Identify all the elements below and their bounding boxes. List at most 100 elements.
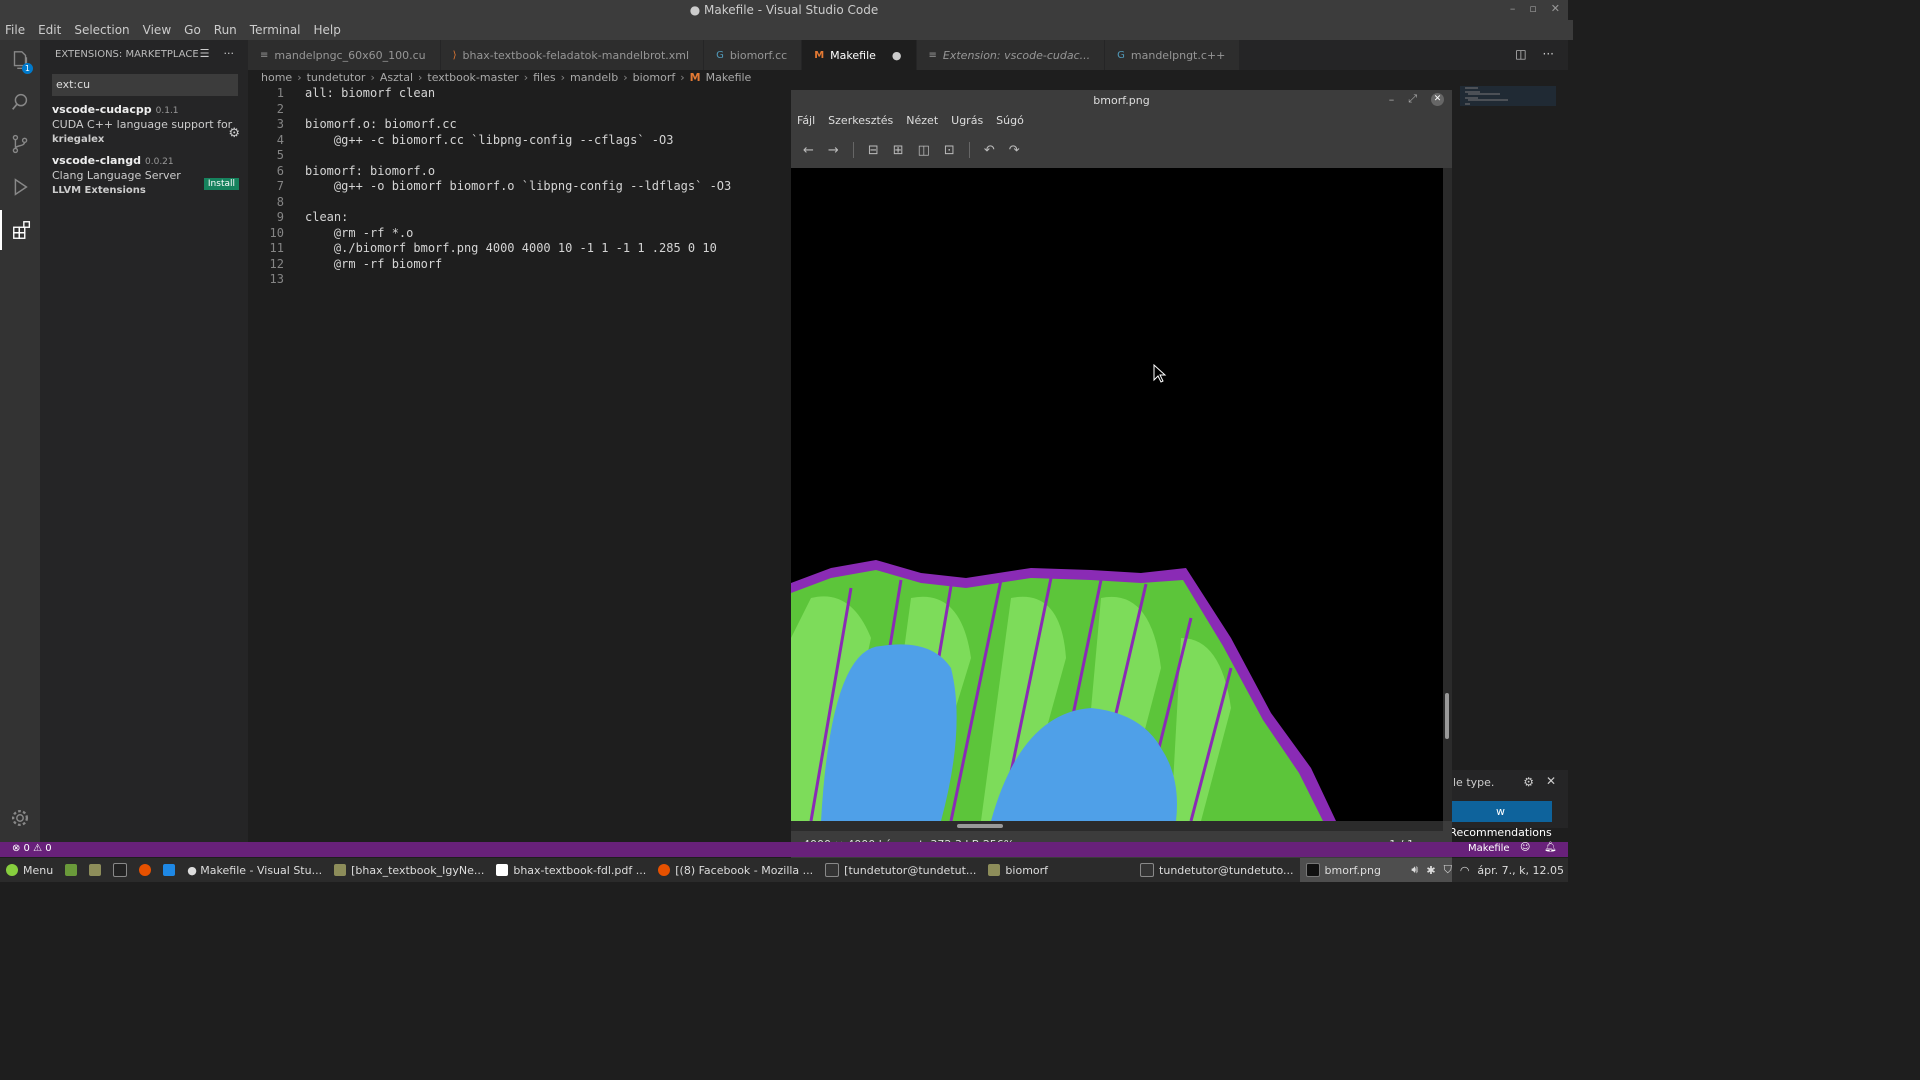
menu-view[interactable]: View [143, 23, 171, 37]
taskbar-window[interactable]: ● Makefile - Visual Stu... [181, 858, 328, 882]
taskbar-window[interactable]: [(8) Facebook - Mozilla ... [652, 858, 819, 882]
more-actions-icon[interactable]: ··· [224, 47, 235, 60]
image-viewer-title: bmorf.png [1093, 94, 1150, 107]
rotate-right-icon[interactable]: ↷ [1009, 143, 1020, 158]
start-menu-button[interactable]: Menu [0, 858, 59, 882]
folder-icon [988, 864, 1001, 876]
code-editor[interactable]: 1 all: biomorf clean 2 3 biomorf.o: biomor… [248, 86, 792, 842]
extension-item[interactable]: vscode-cudacpp 0.1.1 CUDA C++ language su… [40, 96, 248, 147]
code-line: biomorf: biomorf.o [305, 163, 436, 178]
editor-scrollbar[interactable] [1556, 86, 1568, 842]
tab-extension-cudacpp[interactable]: ≡ Extension: vscode-cudac... [916, 40, 1106, 70]
tab-mandelpngc[interactable]: ≡ mandelpngc_60x60_100.cu [248, 40, 441, 70]
breadcrumb-item[interactable]: Makefile [706, 71, 752, 85]
close-icon[interactable]: ✕ [1546, 774, 1556, 788]
menu-go[interactable]: Go [184, 23, 201, 37]
extension-version: 0.1.1 [155, 106, 179, 116]
notifications-bell-icon[interactable]: 🔔︎ [1544, 842, 1557, 853]
explorer-button[interactable]: 1 [0, 40, 40, 80]
viewer-menu-help[interactable]: Súgó [996, 114, 1024, 127]
firefox-launcher[interactable] [133, 858, 157, 882]
show-recommendations-button[interactable]: w Recommendations [1449, 801, 1552, 839]
sidebar-header: EXTENSIONS: MARKETPLACE ☰ ··· [40, 40, 248, 68]
taskbar-window[interactable]: tundetutor@tundetuto... [1134, 858, 1300, 882]
image-canvas[interactable] [791, 168, 1443, 821]
search-button[interactable] [0, 82, 40, 122]
taskbar-window[interactable]: bhax-textbook-fdl.pdf ... [490, 858, 652, 882]
menu-selection[interactable]: Selection [74, 23, 129, 37]
zoom-in-icon[interactable]: ⊞ [893, 143, 904, 158]
feedback-icon[interactable]: ☺ [1520, 842, 1530, 853]
install-button[interactable]: Install [203, 178, 239, 190]
menu-file[interactable]: File [5, 23, 25, 37]
line-number: 11 [269, 241, 284, 255]
extension-item[interactable]: vscode-clangd 0.0.21 Clang Language Serve… [40, 147, 248, 198]
taskbar-window[interactable]: [bhax_textbook_IgyNe... [328, 858, 490, 882]
file-icon: ≡ [260, 49, 269, 61]
files-launcher[interactable] [83, 858, 107, 882]
line-number: 4 [276, 132, 284, 147]
more-actions-icon[interactable]: ··· [1543, 47, 1554, 61]
vscode-launcher[interactable] [157, 858, 181, 882]
volume-icon[interactable]: 🔊︎ [1411, 863, 1418, 877]
menu-run[interactable]: Run [214, 23, 237, 37]
extension-search-input[interactable]: ext:cu [52, 74, 238, 96]
breadcrumb-item[interactable]: Asztal [380, 71, 413, 85]
zoom-out-icon[interactable]: ⊟ [868, 143, 879, 158]
problems-indicator[interactable]: ⊗ 0 ⚠ 0 [12, 843, 52, 854]
manage-button[interactable] [0, 798, 40, 838]
viewer-menu-view[interactable]: Nézet [906, 114, 938, 127]
menu-terminal[interactable]: Terminal [250, 23, 301, 37]
back-arrow-icon[interactable]: ← [803, 143, 814, 158]
breadcrumb-item[interactable]: tundetutor [307, 71, 366, 85]
breadcrumb: home › tundetutor › Asztal › textbook-maste… [261, 71, 752, 85]
minimize-icon[interactable]: – [1389, 93, 1395, 106]
breadcrumb-item[interactable]: textbook-master [427, 71, 518, 85]
minimize-icon[interactable]: – [1510, 2, 1516, 15]
breadcrumb-item[interactable]: biomorf [633, 71, 676, 85]
taskbar-window[interactable]: [tundetutor@tundetut... [819, 858, 982, 882]
shield-icon[interactable]: ⛉ [1444, 863, 1452, 877]
bluetooth-icon[interactable]: ✱ [1426, 864, 1435, 877]
breadcrumb-item[interactable]: mandelb [570, 71, 618, 85]
zoom-original-icon[interactable]: ⊡ [944, 143, 955, 158]
tab-bhax-xml[interactable]: ⟩ bhax-textbook-feladatok-mandelbrot.xml [440, 40, 705, 70]
filter-icon[interactable]: ☰ [200, 47, 210, 60]
menu-edit[interactable]: Edit [38, 23, 61, 37]
viewer-menu-file[interactable]: Fájl [797, 114, 815, 127]
gear-icon[interactable]: ⚙ [228, 126, 240, 141]
tab-biomorf-cc[interactable]: Gbiomorf.cc [704, 40, 803, 70]
wifi-icon[interactable]: ◠ [1460, 864, 1470, 877]
source-control-button[interactable] [0, 124, 40, 164]
code-line: @g++ -o biomorf biomorf.o `libpng-config… [305, 179, 732, 193]
code-line: @rm -rf *.o [305, 225, 414, 240]
viewer-menu-go[interactable]: Ugrás [951, 114, 983, 127]
extensions-button[interactable] [0, 210, 42, 250]
rotate-left-icon[interactable]: ↶ [984, 143, 995, 158]
close-icon[interactable]: ✕ [1551, 2, 1560, 15]
zoom-fit-icon[interactable]: ◫ [918, 143, 930, 158]
terminal-launcher[interactable] [107, 858, 133, 882]
line-number: 3 [276, 117, 284, 131]
clock[interactable]: ápr. 7., k, 12.05 [1477, 864, 1564, 877]
run-debug-button[interactable] [0, 167, 40, 207]
show-desktop-button[interactable] [59, 858, 83, 882]
menu-help[interactable]: Help [314, 23, 341, 37]
taskbar-window[interactable]: biomorf [982, 858, 1054, 882]
maximize-icon[interactable]: ⤢ [1408, 92, 1417, 106]
image-horizontal-scrollbar[interactable] [791, 821, 1443, 831]
tab-makefile[interactable]: M Makefile ● [802, 40, 917, 70]
breadcrumb-item[interactable]: home [261, 71, 292, 85]
unsaved-dot-icon[interactable]: ● [892, 49, 902, 62]
language-mode[interactable]: Makefile [1468, 843, 1510, 854]
breadcrumb-item[interactable]: files [533, 71, 555, 85]
close-icon[interactable]: ✕ [1431, 92, 1444, 106]
split-editor-icon[interactable]: ◫ [1515, 47, 1526, 61]
tab-mandelpngt[interactable]: Gmandelpngt.c++ [1105, 40, 1241, 70]
maximize-icon[interactable]: ▫ [1529, 2, 1536, 15]
minimap[interactable] [1460, 86, 1556, 116]
viewer-menu-edit[interactable]: Szerkesztés [828, 114, 893, 127]
gear-icon[interactable]: ⚙ [1523, 775, 1534, 789]
forward-arrow-icon[interactable]: → [828, 143, 839, 158]
image-vertical-scrollbar[interactable] [1443, 168, 1452, 821]
